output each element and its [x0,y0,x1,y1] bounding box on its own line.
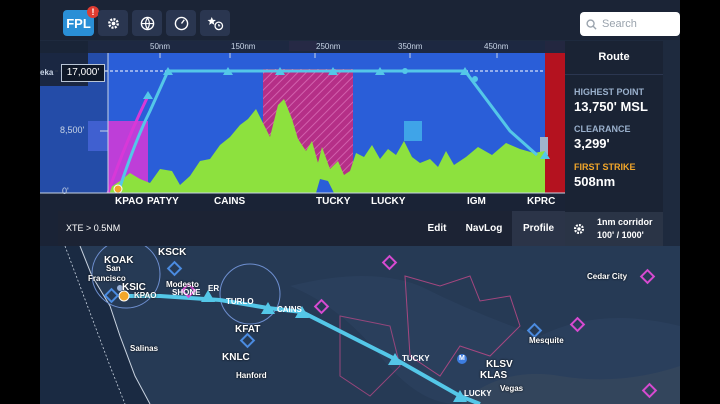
city-label-hanford: Hanford [236,371,267,380]
tab-edit[interactable]: Edit [418,211,456,246]
city-label-francisco: Francisco [88,274,126,283]
profile-tab-bar: XTE > 0.5NM Edit NavLog Profile [58,211,565,246]
profile-chart[interactable] [40,41,565,211]
alt-tick-0: 0' [62,186,69,196]
map-marker-m[interactable]: M [459,355,465,362]
airport-label-klas[interactable]: KLAS [480,370,507,381]
airport-label-ksck[interactable]: KSCK [158,247,186,258]
city-label-vegas: Vegas [500,384,524,393]
search-icon [586,18,597,30]
tab-profile[interactable]: Profile [512,211,565,246]
city-label-san: San [106,264,121,273]
left-bezel [0,0,40,404]
first-strike-value: 508nm [574,174,616,189]
waypoint-label-shone[interactable]: SHONE [172,288,200,297]
altitude-readout-box[interactable]: 17,000' [61,64,105,82]
waypoint-label-tucky[interactable]: TUCKY [402,354,430,363]
distance-tick-450: 450nm [484,42,509,51]
top-toolbar: FPL ! Search [40,0,680,40]
xte-setting[interactable]: XTE > 0.5NM [66,211,146,246]
left-edge-label: eka [40,68,54,77]
corridor-width: 1nm corridor [597,217,653,227]
search-input[interactable]: Search [580,12,680,36]
star-clock-icon [207,16,223,30]
profile-waypoint-tucky[interactable]: TUCKY [316,196,350,207]
distance-tick-250: 250nm [316,42,341,51]
waypoint-label-cains[interactable]: CAINS [277,305,302,314]
layers-button[interactable] [132,10,162,36]
screen: KOAK KSCK San Francisco KSIC KPAO Modest… [0,0,720,404]
fpl-label: FPL [66,15,91,31]
city-label-salinas: Salinas [130,344,159,353]
profile-waypoint-kprc[interactable]: KPRC [527,196,555,207]
profile-waypoint-patyy[interactable]: PATYY [147,196,179,207]
airport-label-kfat[interactable]: KFAT [235,324,260,335]
airport-label-knlc[interactable]: KNLC [222,352,250,363]
profile-waypoint-kpao[interactable]: KPAO [115,196,143,207]
map-canvas [40,239,680,404]
distance-tick-50: 50nm [150,42,171,51]
gear-icon [107,17,119,29]
profile-waypoint-cains[interactable]: CAINS [214,196,245,207]
profile-waypoint-igm[interactable]: IGM [467,196,486,207]
highest-point-value: 13,750' MSL [574,99,648,114]
map-view[interactable]: KOAK KSCK San Francisco KSIC KPAO Modest… [40,239,680,404]
alt-tick-8500: 8,500' [60,125,85,135]
vertical-profile-panel: eka 17,000' 8,500' 0' 50nm 150nm 250nm 3… [40,41,565,246]
globe-icon [140,16,154,30]
app-window: KOAK KSCK San Francisco KSIC KPAO Modest… [40,0,680,404]
city-label-mesquite: Mesquite [529,336,564,345]
corridor-settings-button[interactable]: 1nm corridor 100' / 1000' [565,212,663,246]
waypoint-label-lucky[interactable]: LUCKY [464,389,492,398]
tab-navlog[interactable]: NavLog [456,211,512,246]
right-bezel [680,0,720,404]
gauge-icon [174,16,188,30]
airport-label-klsv[interactable]: KLSV [486,359,513,370]
distance-tick-150: 150nm [231,42,256,51]
corridor-clearances: 100' / 1000' [597,230,644,240]
waypoint-label-er[interactable]: ER [208,284,219,293]
distance-tick-350: 350nm [398,42,423,51]
first-strike-label: FIRST STRIKE [574,162,636,172]
route-panel-title[interactable]: Route [565,41,663,75]
city-label-cedar-city: Cedar City [587,272,628,281]
waypoint-label-turlo[interactable]: TURLO [226,297,254,306]
search-placeholder: Search [602,18,637,30]
favorites-button[interactable] [200,10,230,36]
instruments-button[interactable] [166,10,196,36]
airport-label-kpao[interactable]: KPAO [134,291,157,300]
profile-waypoint-lucky[interactable]: LUCKY [371,196,405,207]
gear-icon [573,223,585,235]
fpl-button[interactable]: FPL ! [63,6,99,36]
highest-point-label: HIGHEST POINT [574,87,645,97]
clearance-label: CLEARANCE [574,124,631,134]
clearance-value: 3,299' [574,136,610,151]
settings-button[interactable] [98,10,128,36]
